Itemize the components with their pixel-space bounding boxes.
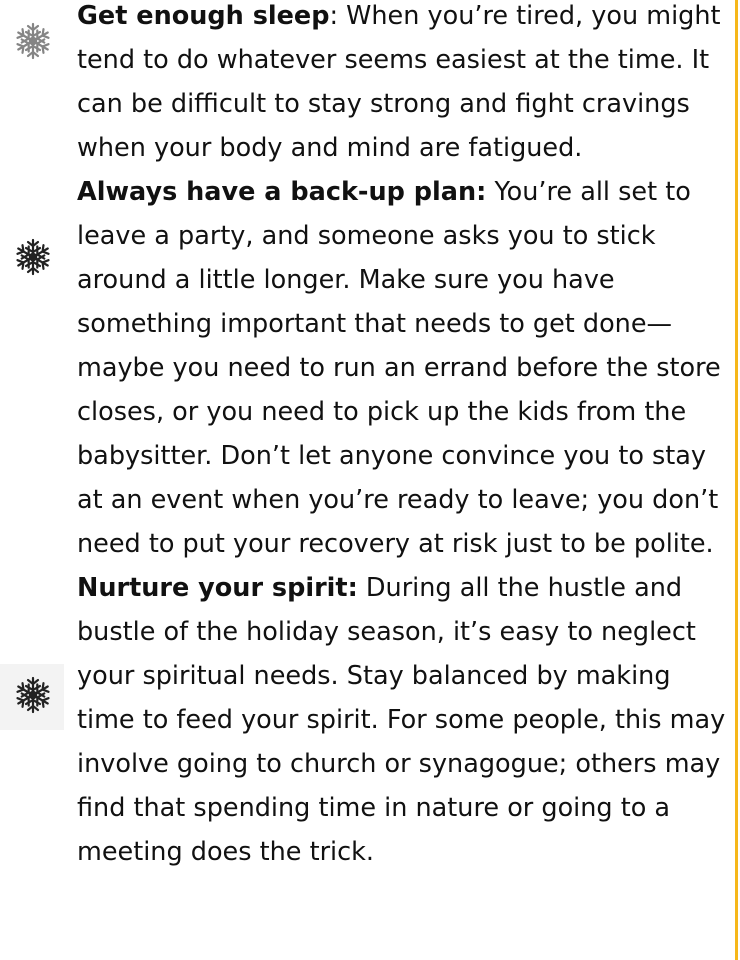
list-item: Nurture your spirit: During all the hust… (0, 566, 734, 874)
list-item: Always have a back-up plan: You’re all s… (0, 170, 734, 566)
tip-title: Get enough sleep (77, 1, 330, 31)
tip-title: Always have a back-up plan: (77, 177, 487, 207)
accent-rule (734, 0, 740, 960)
accent-line (735, 0, 738, 960)
tip-title: Nurture your spirit: (77, 573, 358, 603)
tips-list: Get enough sleep: When you’re tired, you… (0, 0, 734, 874)
tip-body: During all the hustle and bustle of the … (77, 573, 726, 867)
article-page: Get enough sleep: When you’re tired, you… (0, 0, 734, 960)
tip-body: You’re all set to leave a party, and som… (77, 177, 721, 559)
list-item: Get enough sleep: When you’re tired, you… (0, 0, 734, 170)
